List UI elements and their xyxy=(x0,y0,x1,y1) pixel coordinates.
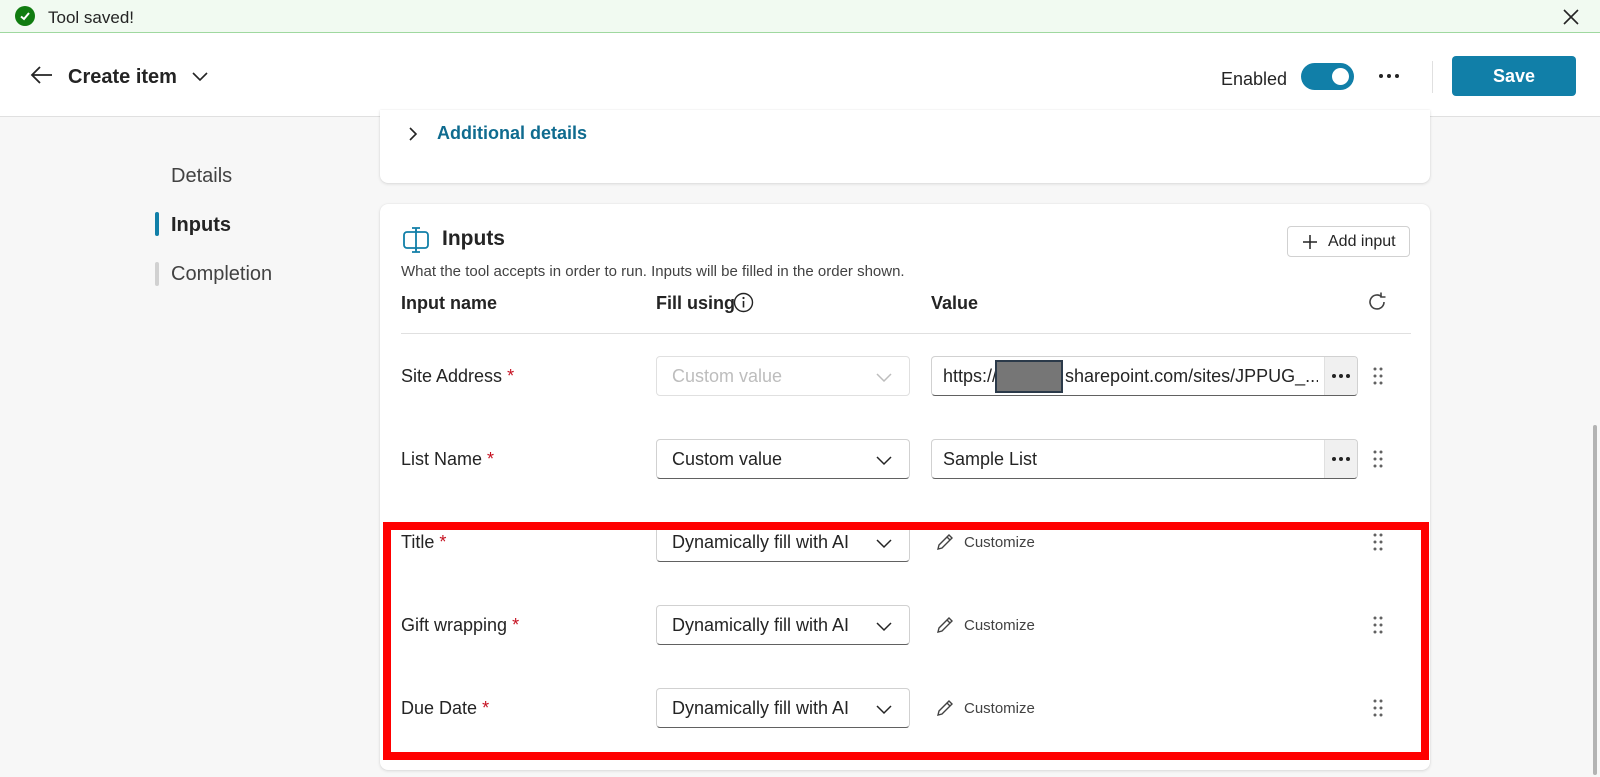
chevron-down-icon xyxy=(876,705,892,715)
back-arrow-icon[interactable] xyxy=(30,65,54,85)
plus-icon xyxy=(1303,234,1317,249)
chevron-down-icon xyxy=(876,456,892,466)
more-options-button[interactable] xyxy=(1376,65,1402,87)
info-icon[interactable] xyxy=(733,292,754,313)
header-divider xyxy=(1432,61,1433,93)
fill-using-select-site-address: Custom value xyxy=(656,356,910,396)
page-title: Create item xyxy=(68,66,177,88)
chevron-down-icon xyxy=(876,539,892,549)
customize-button-due-date[interactable]: Customize xyxy=(935,698,1035,718)
add-input-label: Add input xyxy=(1328,232,1396,250)
refresh-icon[interactable] xyxy=(1366,291,1388,313)
column-header-input-name: Input name xyxy=(401,293,498,313)
inputs-section-description: What the tool accepts in order to run. I… xyxy=(401,263,905,280)
save-toast: Tool saved! xyxy=(0,0,1600,33)
nav-item-completion[interactable]: Completion xyxy=(171,263,272,286)
fill-using-select-list-name[interactable]: Custom value xyxy=(656,439,910,479)
drag-handle-icon[interactable] xyxy=(1371,449,1385,469)
checkmark-circle-icon xyxy=(15,6,35,26)
pencil-icon xyxy=(937,617,953,633)
table-header-divider xyxy=(401,333,1411,334)
redacted-region xyxy=(995,360,1063,393)
input-name-site-address: Site Address * xyxy=(401,366,515,386)
additional-details-link[interactable]: Additional details xyxy=(437,123,587,144)
customize-button-gift-wrapping[interactable]: Customize xyxy=(935,615,1035,635)
value-options-button[interactable] xyxy=(1324,440,1357,478)
input-name-title: Title * xyxy=(401,532,447,552)
chevron-down-icon[interactable] xyxy=(191,68,209,84)
pencil-icon xyxy=(937,700,953,716)
column-header-value: Value xyxy=(931,293,979,313)
page-header: Create item Enabled Save xyxy=(0,33,1600,117)
chevron-down-icon xyxy=(876,622,892,632)
fill-using-select-gift-wrapping[interactable]: Dynamically fill with AI xyxy=(656,605,910,645)
chevron-down-icon xyxy=(876,373,892,383)
value-options-button[interactable] xyxy=(1324,357,1357,395)
save-button[interactable]: Save xyxy=(1452,56,1576,96)
scrollbar[interactable] xyxy=(1593,425,1597,775)
nav-item-details[interactable]: Details xyxy=(171,165,232,188)
fill-using-select-title[interactable]: Dynamically fill with AI xyxy=(656,522,910,562)
chevron-right-icon[interactable] xyxy=(406,126,420,142)
input-field-icon xyxy=(402,227,430,253)
add-input-button[interactable]: Add input xyxy=(1287,226,1410,257)
drag-handle-icon[interactable] xyxy=(1371,615,1385,635)
drag-handle-icon[interactable] xyxy=(1371,532,1385,552)
input-name-gift-wrapping: Gift wrapping * xyxy=(401,615,520,635)
toast-message: Tool saved! xyxy=(48,8,134,27)
inputs-section-title: Inputs xyxy=(442,227,505,250)
details-card xyxy=(380,110,1430,183)
pencil-icon xyxy=(937,534,953,550)
drag-handle-icon[interactable] xyxy=(1371,366,1385,386)
input-name-due-date: Due Date * xyxy=(401,698,490,718)
toggle-knob xyxy=(1332,68,1349,85)
drag-handle-icon[interactable] xyxy=(1371,698,1385,718)
fill-using-select-due-date[interactable]: Dynamically fill with AI xyxy=(656,688,910,728)
column-header-fill-using: Fill using xyxy=(656,293,735,313)
inputs-card xyxy=(380,204,1430,770)
input-name-list-name: List Name * xyxy=(401,449,495,469)
enabled-label: Enabled xyxy=(1221,69,1288,89)
customize-button-title[interactable]: Customize xyxy=(935,532,1035,552)
nav-indicator-inputs xyxy=(155,212,159,236)
enabled-toggle[interactable] xyxy=(1301,63,1354,90)
value-input-list-name[interactable]: Sample List xyxy=(931,439,1358,479)
value-input-site-address[interactable]: https://sharepoint.com/sites/JPPUG_... xyxy=(931,356,1358,396)
nav-item-inputs[interactable]: Inputs xyxy=(171,214,231,237)
close-icon[interactable] xyxy=(1560,6,1582,28)
nav-indicator-completion xyxy=(155,262,159,286)
